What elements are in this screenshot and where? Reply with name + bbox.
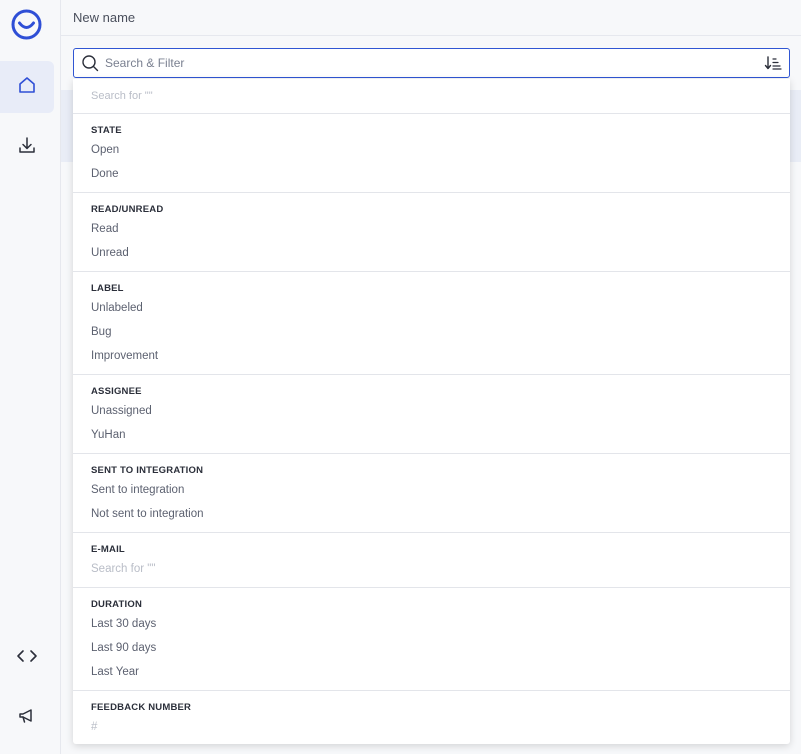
filter-section-feedback-number: FEEDBACK NUMBER # bbox=[73, 691, 790, 744]
email-search-hint[interactable]: Search for "" bbox=[91, 557, 772, 581]
app-logo-icon[interactable] bbox=[11, 9, 42, 40]
page-title: New name bbox=[73, 10, 136, 25]
filter-option-unlabeled[interactable]: Unlabeled bbox=[91, 296, 772, 320]
code-icon bbox=[16, 647, 38, 670]
search-for-hint[interactable]: Search for "" bbox=[73, 79, 790, 114]
page-title-bar: New name bbox=[61, 0, 801, 36]
search-filter-box[interactable] bbox=[73, 48, 790, 78]
section-title: STATE bbox=[91, 125, 122, 136]
filter-option-last-year[interactable]: Last Year bbox=[91, 660, 772, 684]
filter-option-last-90-days[interactable]: Last 90 days bbox=[91, 636, 772, 660]
sort-icon[interactable] bbox=[763, 54, 785, 72]
filter-option-done[interactable]: Done bbox=[91, 162, 772, 186]
filter-option-read[interactable]: Read bbox=[91, 217, 772, 241]
filter-option-last-30-days[interactable]: Last 30 days bbox=[91, 612, 772, 636]
sidebar-item-code[interactable] bbox=[0, 632, 54, 684]
section-title: READ/UNREAD bbox=[91, 204, 164, 215]
home-icon bbox=[17, 75, 37, 100]
section-title: E-MAIL bbox=[91, 544, 125, 555]
filter-section-assignee: ASSIGNEE Unassigned YuHan bbox=[73, 375, 790, 454]
filter-section-sent-to-integration: SENT TO INTEGRATION Sent to integration … bbox=[73, 454, 790, 533]
sidebar-item-download[interactable] bbox=[0, 121, 54, 173]
section-title: ASSIGNEE bbox=[91, 386, 142, 397]
section-title: FEEDBACK NUMBER bbox=[91, 702, 192, 713]
filter-section-read-unread: READ/UNREAD Read Unread bbox=[73, 193, 790, 272]
download-icon bbox=[17, 135, 37, 160]
filter-option-bug[interactable]: Bug bbox=[91, 320, 772, 344]
filter-option-unassigned[interactable]: Unassigned bbox=[91, 399, 772, 423]
feedback-number-hint[interactable]: # bbox=[91, 715, 772, 739]
search-input[interactable] bbox=[105, 56, 763, 70]
filter-option-improvement[interactable]: Improvement bbox=[91, 344, 772, 368]
section-title: DURATION bbox=[91, 599, 143, 610]
megaphone-icon bbox=[17, 706, 37, 731]
filter-section-state: STATE Open Done bbox=[73, 114, 790, 193]
section-title: LABEL bbox=[91, 283, 124, 294]
filter-section-email: E-MAIL Search for "" bbox=[73, 533, 790, 588]
filter-option-open[interactable]: Open bbox=[91, 138, 772, 162]
section-title: SENT TO INTEGRATION bbox=[91, 465, 204, 476]
sidebar bbox=[0, 0, 61, 754]
filter-option-sent-to-integration[interactable]: Sent to integration bbox=[91, 478, 772, 502]
sidebar-item-home[interactable] bbox=[0, 61, 54, 113]
search-icon bbox=[81, 54, 99, 72]
filter-option-unread[interactable]: Unread bbox=[91, 241, 772, 265]
filter-section-duration: DURATION Last 30 days Last 90 days Last … bbox=[73, 588, 790, 691]
filter-option-yuhan[interactable]: YuHan bbox=[91, 423, 772, 447]
filter-option-not-sent-to-integration[interactable]: Not sent to integration bbox=[91, 502, 772, 526]
filter-dropdown: Search for "" STATE Open Done READ/UNREA… bbox=[73, 79, 790, 744]
filter-section-label: LABEL Unlabeled Bug Improvement bbox=[73, 272, 790, 375]
sidebar-item-announce[interactable] bbox=[0, 692, 54, 744]
